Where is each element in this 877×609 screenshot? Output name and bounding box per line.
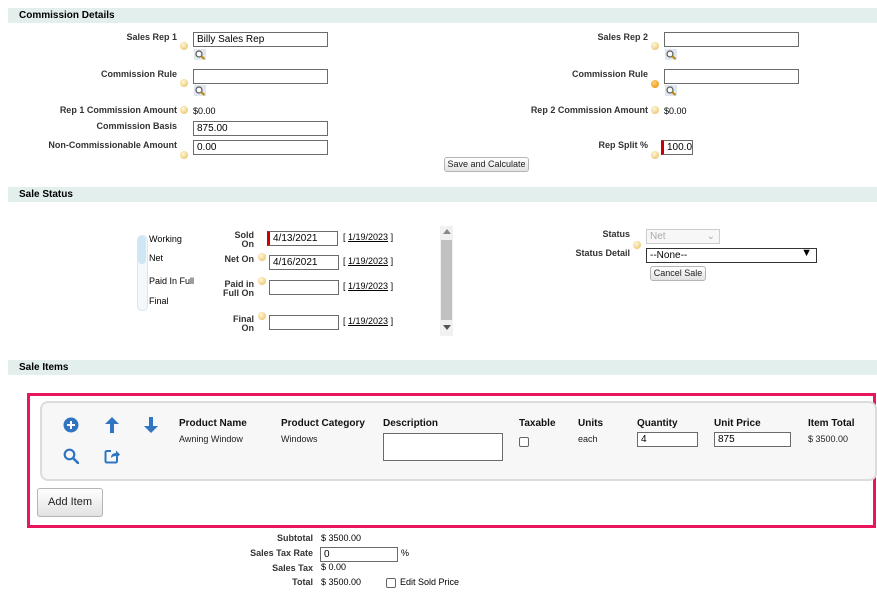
edit-sold-price-label: Edit Sold Price [400, 577, 460, 587]
search-icon[interactable] [63, 448, 79, 464]
help-icon [651, 151, 659, 159]
stage-progress [138, 236, 146, 264]
net-on-label: Net On [224, 254, 254, 264]
sold-on-label: Sold On [234, 230, 255, 249]
sales-tax-value: $ 0.00 [321, 562, 347, 572]
column-header-units: Units [578, 418, 603, 429]
unit-price-input[interactable]: 875 [714, 432, 791, 447]
item-total-cell: $ 3500.00 [808, 434, 849, 444]
status-select: Net ⌄ [646, 229, 720, 244]
net-on-today-link[interactable]: [ 1/19/2023 ] [343, 256, 393, 266]
lookup-icon[interactable] [194, 49, 206, 60]
sale-status-section-header: Sale Status [8, 187, 877, 202]
help-icon [258, 312, 266, 320]
sales-rep-2-input[interactable] [664, 32, 799, 47]
scroll-down-icon[interactable] [443, 325, 451, 330]
add-item-button[interactable]: Add Item [37, 488, 103, 517]
commission-rule-2-label: Commission Rule [571, 69, 648, 79]
status-detail-select[interactable]: --None-- ▼ [646, 248, 817, 263]
column-header-taxable: Taxable [519, 418, 556, 429]
sold-on-today-link[interactable]: [ 1/19/2023 ] [343, 232, 393, 242]
commission-rule-2-input[interactable] [664, 69, 799, 84]
stage-net: Net [149, 253, 164, 263]
stage-final: Final [149, 296, 169, 306]
rep-2-amount-label: Rep 2 Commission Amount [530, 105, 648, 115]
cancel-sale-button[interactable]: Cancel Sale [650, 266, 706, 281]
column-header-quantity: Quantity [637, 418, 678, 429]
status-detail-label: Status Detail [575, 248, 630, 258]
stage-paid-in-full: Paid In Full [149, 276, 195, 286]
sales-rep-1-label: Sales Rep 1 [126, 32, 177, 42]
paid-in-full-on-input[interactable] [269, 280, 339, 295]
scroll-up-icon[interactable] [443, 229, 451, 234]
sales-rep-1-input[interactable]: Billy Sales Rep [193, 32, 328, 47]
lookup-icon[interactable] [665, 85, 677, 96]
subtotal-label: Subtotal [277, 533, 313, 543]
product-category-cell: Windows [281, 434, 318, 444]
help-icon [180, 42, 188, 50]
sales-rep-2-label: Sales Rep 2 [597, 32, 648, 42]
help-icon [180, 79, 188, 87]
help-icon [180, 106, 188, 114]
status-label: Status [602, 229, 630, 239]
rep-split-label: Rep Split % [598, 140, 648, 150]
plus-circle-icon[interactable] [63, 417, 79, 433]
help-icon [258, 277, 266, 285]
help-icon [651, 106, 659, 114]
sales-tax-rate-label: Sales Tax Rate [250, 548, 313, 558]
sold-on-input[interactable]: 4/13/2021 [267, 231, 338, 246]
non-commissionable-input[interactable]: 0.00 [193, 140, 328, 155]
sales-tax-rate-input[interactable]: 0 [320, 547, 398, 562]
commission-basis-input[interactable]: 875.00 [193, 121, 328, 136]
paid-in-full-on-label: Paid in Full On [223, 279, 254, 298]
help-icon [633, 241, 641, 249]
arrow-down-icon[interactable] [144, 417, 158, 433]
lookup-icon[interactable] [194, 85, 206, 96]
save-and-calculate-button[interactable]: Save and Calculate [444, 157, 529, 172]
total-label: Total [292, 577, 313, 587]
commission-rule-1-input[interactable] [193, 69, 328, 84]
rep-split-input[interactable]: 100.0 [661, 140, 693, 155]
help-icon [258, 253, 266, 261]
column-header-product-name: Product Name [179, 418, 247, 429]
help-icon [180, 151, 188, 159]
share-icon[interactable] [104, 448, 120, 464]
column-header-description: Description [383, 418, 439, 429]
product-name-cell: Awning Window [179, 434, 243, 444]
sales-tax-label: Sales Tax [272, 563, 313, 573]
final-on-label: Final On [232, 314, 254, 333]
help-icon [651, 42, 659, 50]
edit-sold-price-checkbox[interactable] [386, 578, 396, 588]
final-on-input[interactable] [269, 315, 339, 330]
rep-2-amount-value: $0.00 [664, 106, 687, 116]
total-value: $ 3500.00 [321, 577, 362, 587]
help-icon [651, 80, 659, 88]
subtotal-value: $ 3500.00 [321, 533, 362, 543]
taxable-checkbox[interactable] [519, 437, 529, 447]
paid-in-full-today-link[interactable]: [ 1/19/2023 ] [343, 281, 393, 291]
commission-section-header: Commission Details [8, 8, 877, 23]
sales-tax-rate-unit: % [401, 548, 410, 558]
column-header-unit-price: Unit Price [714, 418, 761, 429]
net-on-input[interactable]: 4/16/2021 [269, 255, 339, 270]
quantity-input[interactable]: 4 [637, 432, 698, 447]
stage-working: Working [149, 234, 182, 244]
rep-1-amount-value: $0.00 [193, 106, 216, 116]
commission-basis-label: Commission Basis [96, 121, 177, 131]
rep-1-amount-label: Rep 1 Commission Amount [59, 105, 177, 115]
column-header-item-total: Item Total [808, 418, 855, 429]
final-on-today-link[interactable]: [ 1/19/2023 ] [343, 316, 393, 326]
arrow-up-icon[interactable] [105, 417, 119, 433]
commission-rule-1-label: Commission Rule [100, 69, 177, 79]
sale-items-section-header: Sale Items [8, 360, 877, 375]
lookup-icon[interactable] [665, 49, 677, 60]
vertical-scrollbar[interactable] [440, 226, 453, 336]
units-cell: each [578, 434, 598, 444]
non-commissionable-label: Non-Commissionable Amount [48, 140, 177, 150]
column-header-product-category: Product Category [281, 418, 365, 429]
description-textarea[interactable] [383, 433, 503, 461]
scrollbar-thumb[interactable] [441, 240, 452, 320]
